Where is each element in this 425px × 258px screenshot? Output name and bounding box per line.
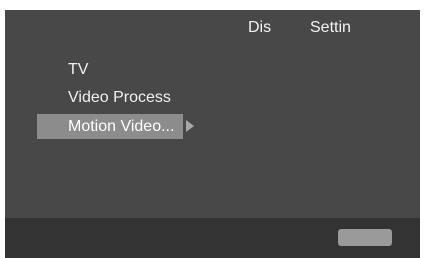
menu-item-label: Motion Video... [68, 118, 175, 135]
tab-display[interactable]: Dis [248, 19, 271, 37]
menu-item-video-process[interactable]: Video Process [37, 84, 197, 112]
settings-menu: TV Video Process Motion Video... [37, 56, 237, 139]
submenu-arrow-icon [186, 120, 194, 132]
tab-settings[interactable]: Settin [310, 19, 351, 37]
menu-item-label: Video Process [68, 89, 171, 106]
menu-item-tv[interactable]: TV [37, 56, 197, 84]
menu-item-label: TV [68, 61, 89, 78]
settings-screen: Dis Settin TV Video Process Motion Video… [5, 10, 420, 258]
footer-bar [5, 218, 420, 258]
menu-item-motion-video[interactable]: Motion Video... [37, 114, 194, 139]
footer-button[interactable] [338, 229, 392, 246]
header-bar: Dis Settin [5, 10, 420, 50]
